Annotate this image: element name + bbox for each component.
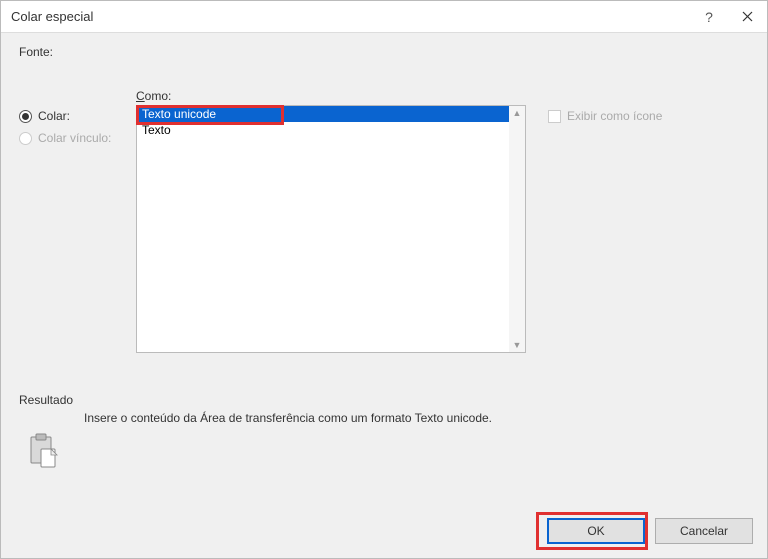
radio-paste-link-label: Colar vínculo: [38,131,111,145]
titlebar-controls: ? [699,9,757,25]
radio-group: Colar: Colar vínculo: [19,89,124,145]
scroll-up-icon[interactable]: ▲ [511,106,524,120]
radio-paste-label: Colar: [38,109,70,123]
dialog-window: Colar especial ? Fonte: Colar: Colar vín… [0,0,768,559]
display-as-icon-label: Exibir como ícone [567,109,662,123]
dialog-content: Fonte: Colar: Colar vínculo: Como: Texto… [1,33,767,504]
as-label: Como: [136,89,526,103]
ok-button[interactable]: OK [547,518,645,544]
cancel-button[interactable]: Cancelar [655,518,753,544]
result-row [19,433,749,472]
source-label: Fonte: [19,45,749,59]
list-column: Como: Texto unicode Texto ▲ ▼ [136,89,526,353]
listbox-inner: Texto unicode Texto [137,106,509,352]
main-row: Colar: Colar vínculo: Como: Texto unicod… [19,89,749,353]
help-icon[interactable]: ? [699,9,719,25]
scrollbar[interactable]: ▲ ▼ [509,106,525,352]
radio-paste-link: Colar vínculo: [19,131,124,145]
result-description: Insere o conteúdo da Área de transferênc… [84,411,749,425]
result-section: Resultado Insere o conteúdo da Área de t… [19,393,749,472]
radio-paste[interactable]: Colar: [19,109,124,123]
list-item[interactable]: Texto [137,122,509,138]
close-icon[interactable] [737,9,757,25]
checkbox-icon [548,110,561,123]
format-listbox[interactable]: Texto unicode Texto ▲ ▼ [136,105,526,353]
radio-icon [19,132,32,145]
dialog-title: Colar especial [11,9,93,24]
result-label: Resultado [19,393,749,407]
right-column: Exibir como ícone [538,89,662,123]
list-item[interactable]: Texto unicode [137,106,509,122]
button-bar: OK Cancelar [1,504,767,558]
clipboard-icon [29,433,59,472]
radio-icon [19,110,32,123]
scroll-down-icon[interactable]: ▼ [511,338,524,352]
display-as-icon-checkbox: Exibir como ícone [548,109,662,123]
titlebar: Colar especial ? [1,1,767,33]
